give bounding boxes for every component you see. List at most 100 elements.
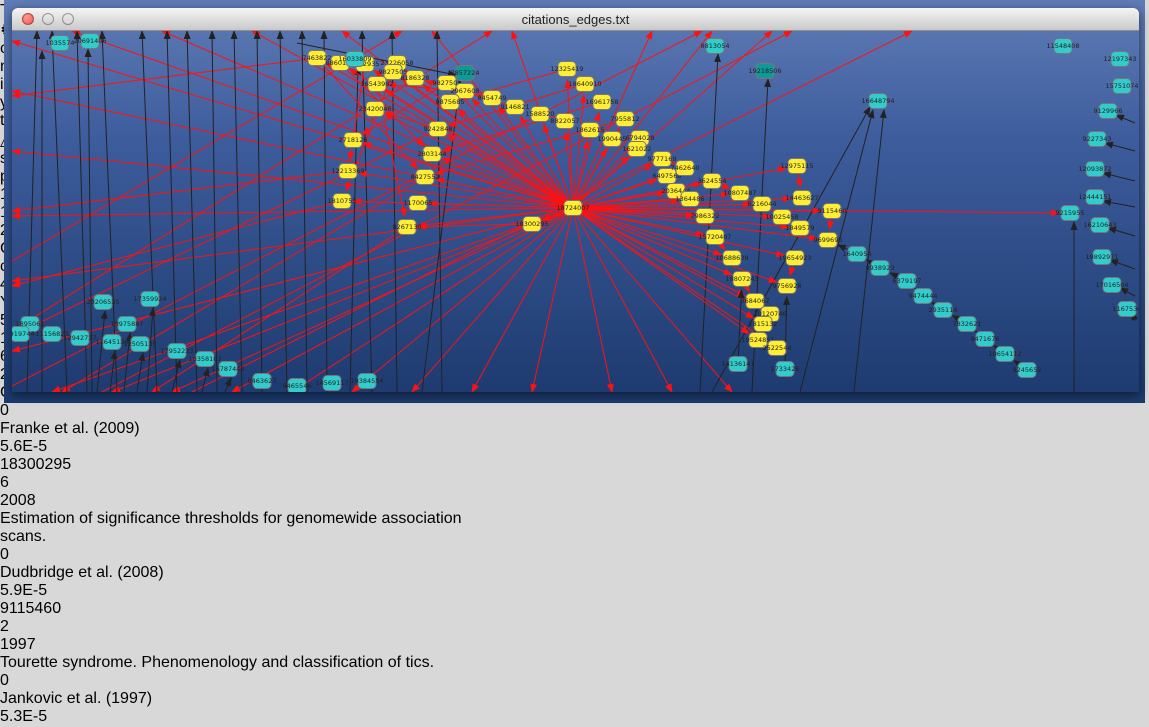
graph-node[interactable]: 20691406 bbox=[73, 34, 106, 49]
graph-edge bbox=[257, 31, 262, 392]
application-window: citations_edges.txt 18724007746382288601… bbox=[0, 0, 1149, 727]
zoom-window-icon[interactable] bbox=[62, 13, 74, 25]
graph-node-label: 16648794 bbox=[861, 97, 894, 105]
graph-node-label: 2967608 bbox=[451, 87, 480, 95]
graph-node-label: 9115460 bbox=[818, 207, 847, 215]
graph-edge bbox=[352, 208, 573, 392]
graph-node[interactable]: 15751074 bbox=[1105, 79, 1138, 94]
graph-node[interactable]: 12444151 bbox=[1078, 190, 1111, 205]
graph-node-label: 12444151 bbox=[1078, 193, 1111, 201]
graph-node[interactable]: 10654112 bbox=[988, 347, 1021, 362]
graph-node[interactable]: 19892971 bbox=[1085, 250, 1118, 265]
graph-node[interactable]: 17359924 bbox=[133, 292, 166, 307]
table-cell: Estimation of significance thresholds fo… bbox=[0, 510, 492, 546]
graph-node[interactable]: 11548408 bbox=[1046, 39, 1079, 54]
graph-node[interactable]: 1733426 bbox=[771, 362, 800, 377]
graph-edge bbox=[12, 208, 573, 351]
graph-node-label: 12505135 bbox=[123, 340, 156, 348]
graph-node-label: 2803144 bbox=[418, 150, 447, 158]
citation-network-graph[interactable]: 1872400774638228860128891293523226058982… bbox=[12, 31, 1139, 392]
graph-node-label: 7832621 bbox=[953, 320, 982, 328]
graph-edge bbox=[1110, 260, 1135, 269]
graph-node[interactable]: 2803144 bbox=[418, 147, 447, 162]
graph-node[interactable]: 9756928 bbox=[773, 279, 802, 294]
graph-node[interactable]: 9227343 bbox=[1083, 132, 1112, 147]
graph-node[interactable]: 16210643 bbox=[1083, 218, 1116, 233]
graph-node-label: 2718126 bbox=[339, 136, 368, 144]
graph-node-label: 10975887 bbox=[110, 320, 143, 328]
graph-node[interactable]: 12975115 bbox=[780, 159, 813, 174]
graph-edge bbox=[12, 171, 348, 211]
table-cell: 9115460 bbox=[0, 600, 83, 618]
network-window: citations_edges.txt 18724007746382288601… bbox=[12, 8, 1139, 392]
graph-node-label: 8186328 bbox=[401, 74, 430, 82]
graph-edge bbox=[202, 368, 208, 392]
graph-node-label: 7986322 bbox=[691, 212, 720, 220]
graph-node-label: 9242848 bbox=[424, 125, 453, 133]
graph-edge bbox=[212, 31, 217, 392]
graph-node[interactable]: 1170065 bbox=[404, 196, 433, 211]
graph-node[interactable]: 19218506 bbox=[748, 64, 781, 79]
graph-node[interactable]: 14463627 bbox=[785, 191, 818, 206]
graph-node-label: 9699695 bbox=[814, 236, 843, 244]
graph-node[interactable]: 9474444 bbox=[909, 289, 938, 304]
graph-node-label: 1640954 bbox=[843, 250, 872, 258]
graph-node-label: 16033809 bbox=[338, 55, 371, 63]
graph-node[interactable]: 16961758 bbox=[585, 95, 618, 110]
graph-node[interactable]: 2935114 bbox=[929, 303, 958, 318]
graph-node-label: 19654923 bbox=[778, 254, 811, 262]
graph-node[interactable]: 16648794 bbox=[861, 94, 894, 109]
graph-node-label: 3684067 bbox=[741, 297, 770, 305]
graph-node[interactable]: 9215955 bbox=[1056, 206, 1085, 221]
graph-node-label: 9777169 bbox=[648, 155, 677, 163]
graph-node-label: 16961758 bbox=[585, 98, 618, 106]
graph-node[interactable]: 18640910 bbox=[568, 77, 601, 92]
graph-node-label: 9756928 bbox=[773, 282, 802, 290]
graph-node[interactable]: 12213369 bbox=[331, 164, 364, 179]
graph-edge bbox=[573, 208, 612, 392]
graph-edge bbox=[1103, 173, 1135, 181]
graph-node[interactable]: 1035574 bbox=[46, 36, 75, 51]
graph-node-label: 6794028 bbox=[626, 134, 655, 142]
graph-node[interactable]: 1810755 bbox=[328, 194, 357, 209]
graph-node-label: 18300295 bbox=[515, 220, 548, 228]
network-window-titlebar[interactable]: citations_edges.txt bbox=[12, 8, 1139, 31]
graph-node-label: 2935114 bbox=[929, 306, 958, 314]
graph-node[interactable]: 7832621 bbox=[953, 317, 982, 332]
graph-node-label: 12213369 bbox=[331, 167, 364, 175]
graph-node[interactable]: 14569117 bbox=[315, 376, 348, 391]
graph-edge bbox=[152, 227, 407, 392]
graph-node[interactable]: 8267130 bbox=[393, 220, 422, 235]
graph-node-label: 8938923 bbox=[866, 264, 895, 272]
graph-node-label: 10688639 bbox=[715, 254, 748, 262]
graph-node[interactable]: 19384554 bbox=[350, 374, 383, 389]
graph-node[interactable]: 10688639 bbox=[715, 251, 748, 266]
graph-edge bbox=[573, 208, 672, 392]
graph-node-label: 16210643 bbox=[1083, 221, 1116, 229]
close-window-icon[interactable] bbox=[22, 13, 34, 25]
table-cell: 5.9E-5 bbox=[0, 582, 95, 600]
graph-node[interactable]: 7986322 bbox=[691, 209, 720, 224]
graph-node[interactable]: 8471676 bbox=[971, 332, 1000, 347]
graph-node[interactable]: 9115460 bbox=[818, 204, 847, 219]
graph-node-label: 10807487 bbox=[723, 189, 756, 197]
graph-node[interactable]: 3624554 bbox=[698, 174, 727, 189]
graph-node[interactable]: 9245652 bbox=[1013, 363, 1042, 378]
network-view-canvas[interactable]: 1872400774638228860128891293523226058982… bbox=[12, 31, 1139, 397]
table-cell: 6 bbox=[0, 474, 101, 492]
graph-node[interactable]: 14136141 bbox=[721, 357, 754, 372]
table-row[interactable]: 1830029562008Estimation of significance … bbox=[0, 456, 1149, 600]
graph-node[interactable]: 12197343 bbox=[1103, 52, 1136, 67]
graph-node[interactable]: 12325419 bbox=[550, 62, 583, 77]
table-cell: Franke et al. (2009) bbox=[0, 420, 165, 438]
graph-node[interactable]: 6216044 bbox=[748, 197, 777, 212]
graph-node-label: 11548408 bbox=[1046, 42, 1079, 50]
graph-node-label: 17952233 bbox=[160, 347, 193, 355]
graph-node-label: 3624554 bbox=[698, 177, 727, 185]
graph-node[interactable]: 1167534 bbox=[1113, 302, 1139, 317]
graph-node-label: 6216044 bbox=[748, 200, 777, 208]
graph-node[interactable]: 9463627 bbox=[248, 374, 277, 389]
graph-edge bbox=[12, 208, 573, 281]
minimize-window-icon[interactable] bbox=[42, 13, 54, 25]
table-row[interactable]: 911546021997Tourette syndrome. Phenomeno… bbox=[0, 600, 1149, 726]
